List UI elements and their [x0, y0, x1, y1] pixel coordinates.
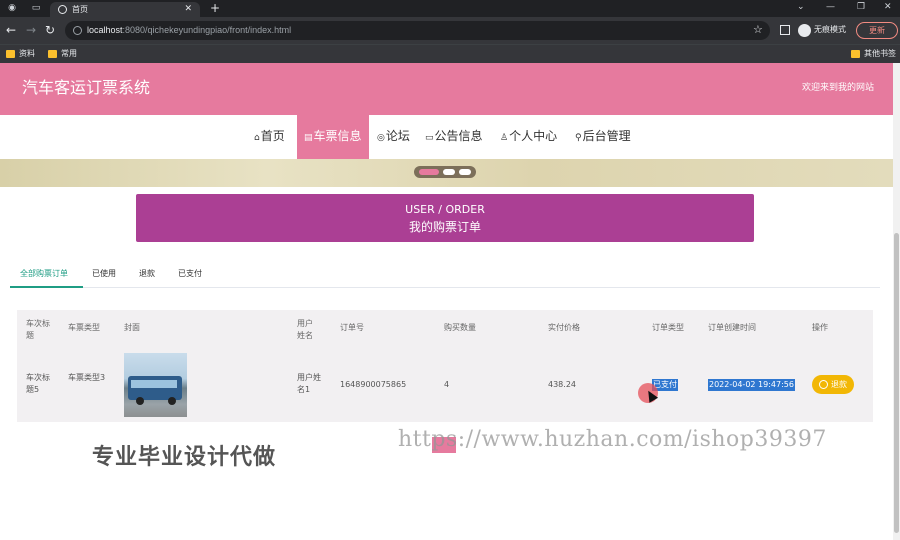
column-header: 车票类型 — [68, 323, 100, 332]
home-icon: ⌂ — [254, 133, 260, 143]
order-section-banner: USER / ORDER 我的购票订单 — [136, 194, 754, 242]
browser-tab[interactable]: 首页 ✕ — [50, 2, 200, 17]
refund-label: 退款 — [831, 380, 847, 389]
browser-tab-bar: ◉ ▭ 首页 ✕ + ⌄ — ❐ ✕ — [0, 0, 900, 17]
order-banner-zh: 我的购票订单 — [408, 220, 481, 234]
close-tab-icon[interactable]: ✕ — [184, 2, 192, 17]
column-header: 订单号 — [340, 323, 364, 332]
bookmarks-bar: 资料 常用 其他书签 — [0, 44, 900, 63]
cell-created-time: 2022-04-02 19:47:56 — [708, 379, 795, 391]
other-bookmarks[interactable]: 其他书签 — [851, 45, 896, 63]
scrollbar-thumb[interactable] — [894, 233, 899, 533]
back-icon[interactable]: ← — [6, 23, 16, 37]
bookmark-folder-changyong[interactable]: 常用 — [48, 45, 77, 63]
main-nav: ⌂首页 ▤车票信息 ◎论坛 ▭公告信息 ♙个人中心 ⚲后台管理 — [0, 115, 893, 159]
bus-wheel — [136, 397, 144, 405]
nav-label: 首页 — [260, 129, 285, 143]
column-header: 封面 — [124, 323, 140, 332]
nav-label: 后台管理 — [582, 129, 631, 143]
address-bar[interactable]: localhost:8080/qichekeyundingpiao/front/… — [65, 21, 770, 40]
close-window-icon[interactable]: ✕ — [884, 0, 892, 15]
refund-button[interactable]: 退款 — [812, 375, 854, 394]
nav-label: 个人中心 — [509, 129, 558, 143]
column-header: 订单创建时间 — [708, 323, 756, 332]
nav-item-forum[interactable]: ◎论坛 — [377, 115, 410, 159]
cell-train-title: 车次标题5 — [26, 373, 50, 394]
column-header: 实付价格 — [548, 323, 580, 332]
cell-order-no: 1648900075865 — [340, 380, 407, 389]
ticket-icon: ▤ — [304, 133, 313, 143]
bus-graphic — [128, 376, 182, 400]
forward-icon[interactable]: → — [26, 23, 36, 37]
other-bookmarks-label: 其他书签 — [864, 49, 896, 58]
nav-label: 公告信息 — [434, 129, 483, 143]
bookmark-label: 常用 — [61, 49, 77, 58]
tab-search-icon[interactable]: ▭ — [30, 2, 42, 14]
nav-item-user-center[interactable]: ♙个人中心 — [500, 115, 557, 159]
incognito-icon — [798, 24, 811, 37]
url-host: localhost — [87, 25, 123, 35]
tab-paid[interactable]: 已支付 — [178, 262, 202, 288]
carousel-dot[interactable] — [459, 169, 471, 175]
active-tab-underline — [10, 286, 83, 288]
nav-item-tickets[interactable]: ▤车票信息 — [297, 115, 369, 159]
site-info-icon[interactable] — [73, 26, 82, 35]
tab-title: 首页 — [72, 5, 88, 14]
globe-icon — [58, 5, 67, 14]
tab-refund[interactable]: 退款 — [139, 262, 155, 288]
bookmark-folder-ziliao[interactable]: 资料 — [6, 45, 35, 63]
column-header: 用户姓名 — [297, 319, 313, 340]
tab-list-icon[interactable]: ⌄ — [797, 0, 805, 15]
nav-label: 车票信息 — [313, 129, 362, 143]
welcome-text: 欢迎来到我的网站 — [801, 83, 874, 93]
new-tab-button[interactable]: + — [210, 0, 220, 17]
carousel-indicators — [414, 166, 476, 178]
carousel-dot[interactable] — [419, 169, 439, 175]
user-icon: ♙ — [500, 133, 509, 143]
bookmark-label: 资料 — [19, 49, 35, 58]
url-path: :8080/qichekeyundingpiao/front/index.htm… — [122, 25, 292, 35]
cell-ticket-type: 车票类型3 — [68, 373, 106, 382]
order-banner-en: USER / ORDER — [405, 203, 485, 216]
bookmark-star-icon[interactable]: ☆ — [753, 23, 763, 36]
forum-icon: ◎ — [377, 133, 385, 143]
cover-image — [124, 353, 187, 417]
nav-item-admin[interactable]: ⚲后台管理 — [575, 115, 631, 159]
cell-quantity: 4 — [444, 380, 450, 389]
cell-user-name: 用户姓名1 — [297, 373, 321, 394]
reload-icon[interactable]: ↻ — [45, 23, 55, 37]
carousel-dot[interactable] — [443, 169, 455, 175]
update-button[interactable]: 更新 — [856, 22, 898, 39]
minimize-icon[interactable]: — — [826, 0, 835, 15]
column-header: 购买数量 — [444, 323, 476, 332]
refund-icon — [819, 380, 828, 389]
page-scrollbar[interactable] — [893, 63, 900, 540]
link-icon: ⚲ — [575, 133, 582, 143]
folder-icon — [48, 50, 57, 58]
cell-price: 438.24 — [548, 380, 576, 389]
column-header: 操作 — [812, 323, 828, 332]
order-filter-tabs: 全部购票订单 已使用 退款 已支付 — [10, 262, 880, 288]
tab-all-orders[interactable]: 全部购票订单 — [20, 262, 68, 288]
notice-icon: ▭ — [425, 133, 434, 143]
nav-item-home[interactable]: ⌂首页 — [254, 115, 285, 159]
watermark-url: https://www.huzhan.com/ishop39397 — [398, 427, 827, 452]
nav-label: 论坛 — [385, 129, 410, 143]
column-header: 订单类型 — [652, 323, 684, 332]
side-panel-icon[interactable] — [780, 25, 790, 35]
browser-toolbar: ← → ↻ localhost:8080/qichekeyundingpiao/… — [0, 17, 900, 44]
incognito-label: 无痕模式 — [814, 25, 846, 34]
folder-icon — [851, 50, 860, 58]
column-header: 车次标题 — [26, 319, 50, 340]
nav-item-notice[interactable]: ▭公告信息 — [425, 115, 483, 159]
tab-used[interactable]: 已使用 — [92, 262, 116, 288]
incognito-indicator[interactable]: 无痕模式 — [798, 21, 846, 39]
browser-menu-icon[interactable]: ◉ — [6, 2, 18, 14]
watermark-text: 专业毕业设计代做 — [92, 445, 277, 470]
folder-icon — [6, 50, 15, 58]
restore-icon[interactable]: ❐ — [857, 0, 865, 15]
site-header: 汽车客运订票系统 欢迎来到我的网站 — [0, 63, 893, 115]
bus-wheel — [168, 397, 176, 405]
site-title: 汽车客运订票系统 — [22, 78, 151, 97]
